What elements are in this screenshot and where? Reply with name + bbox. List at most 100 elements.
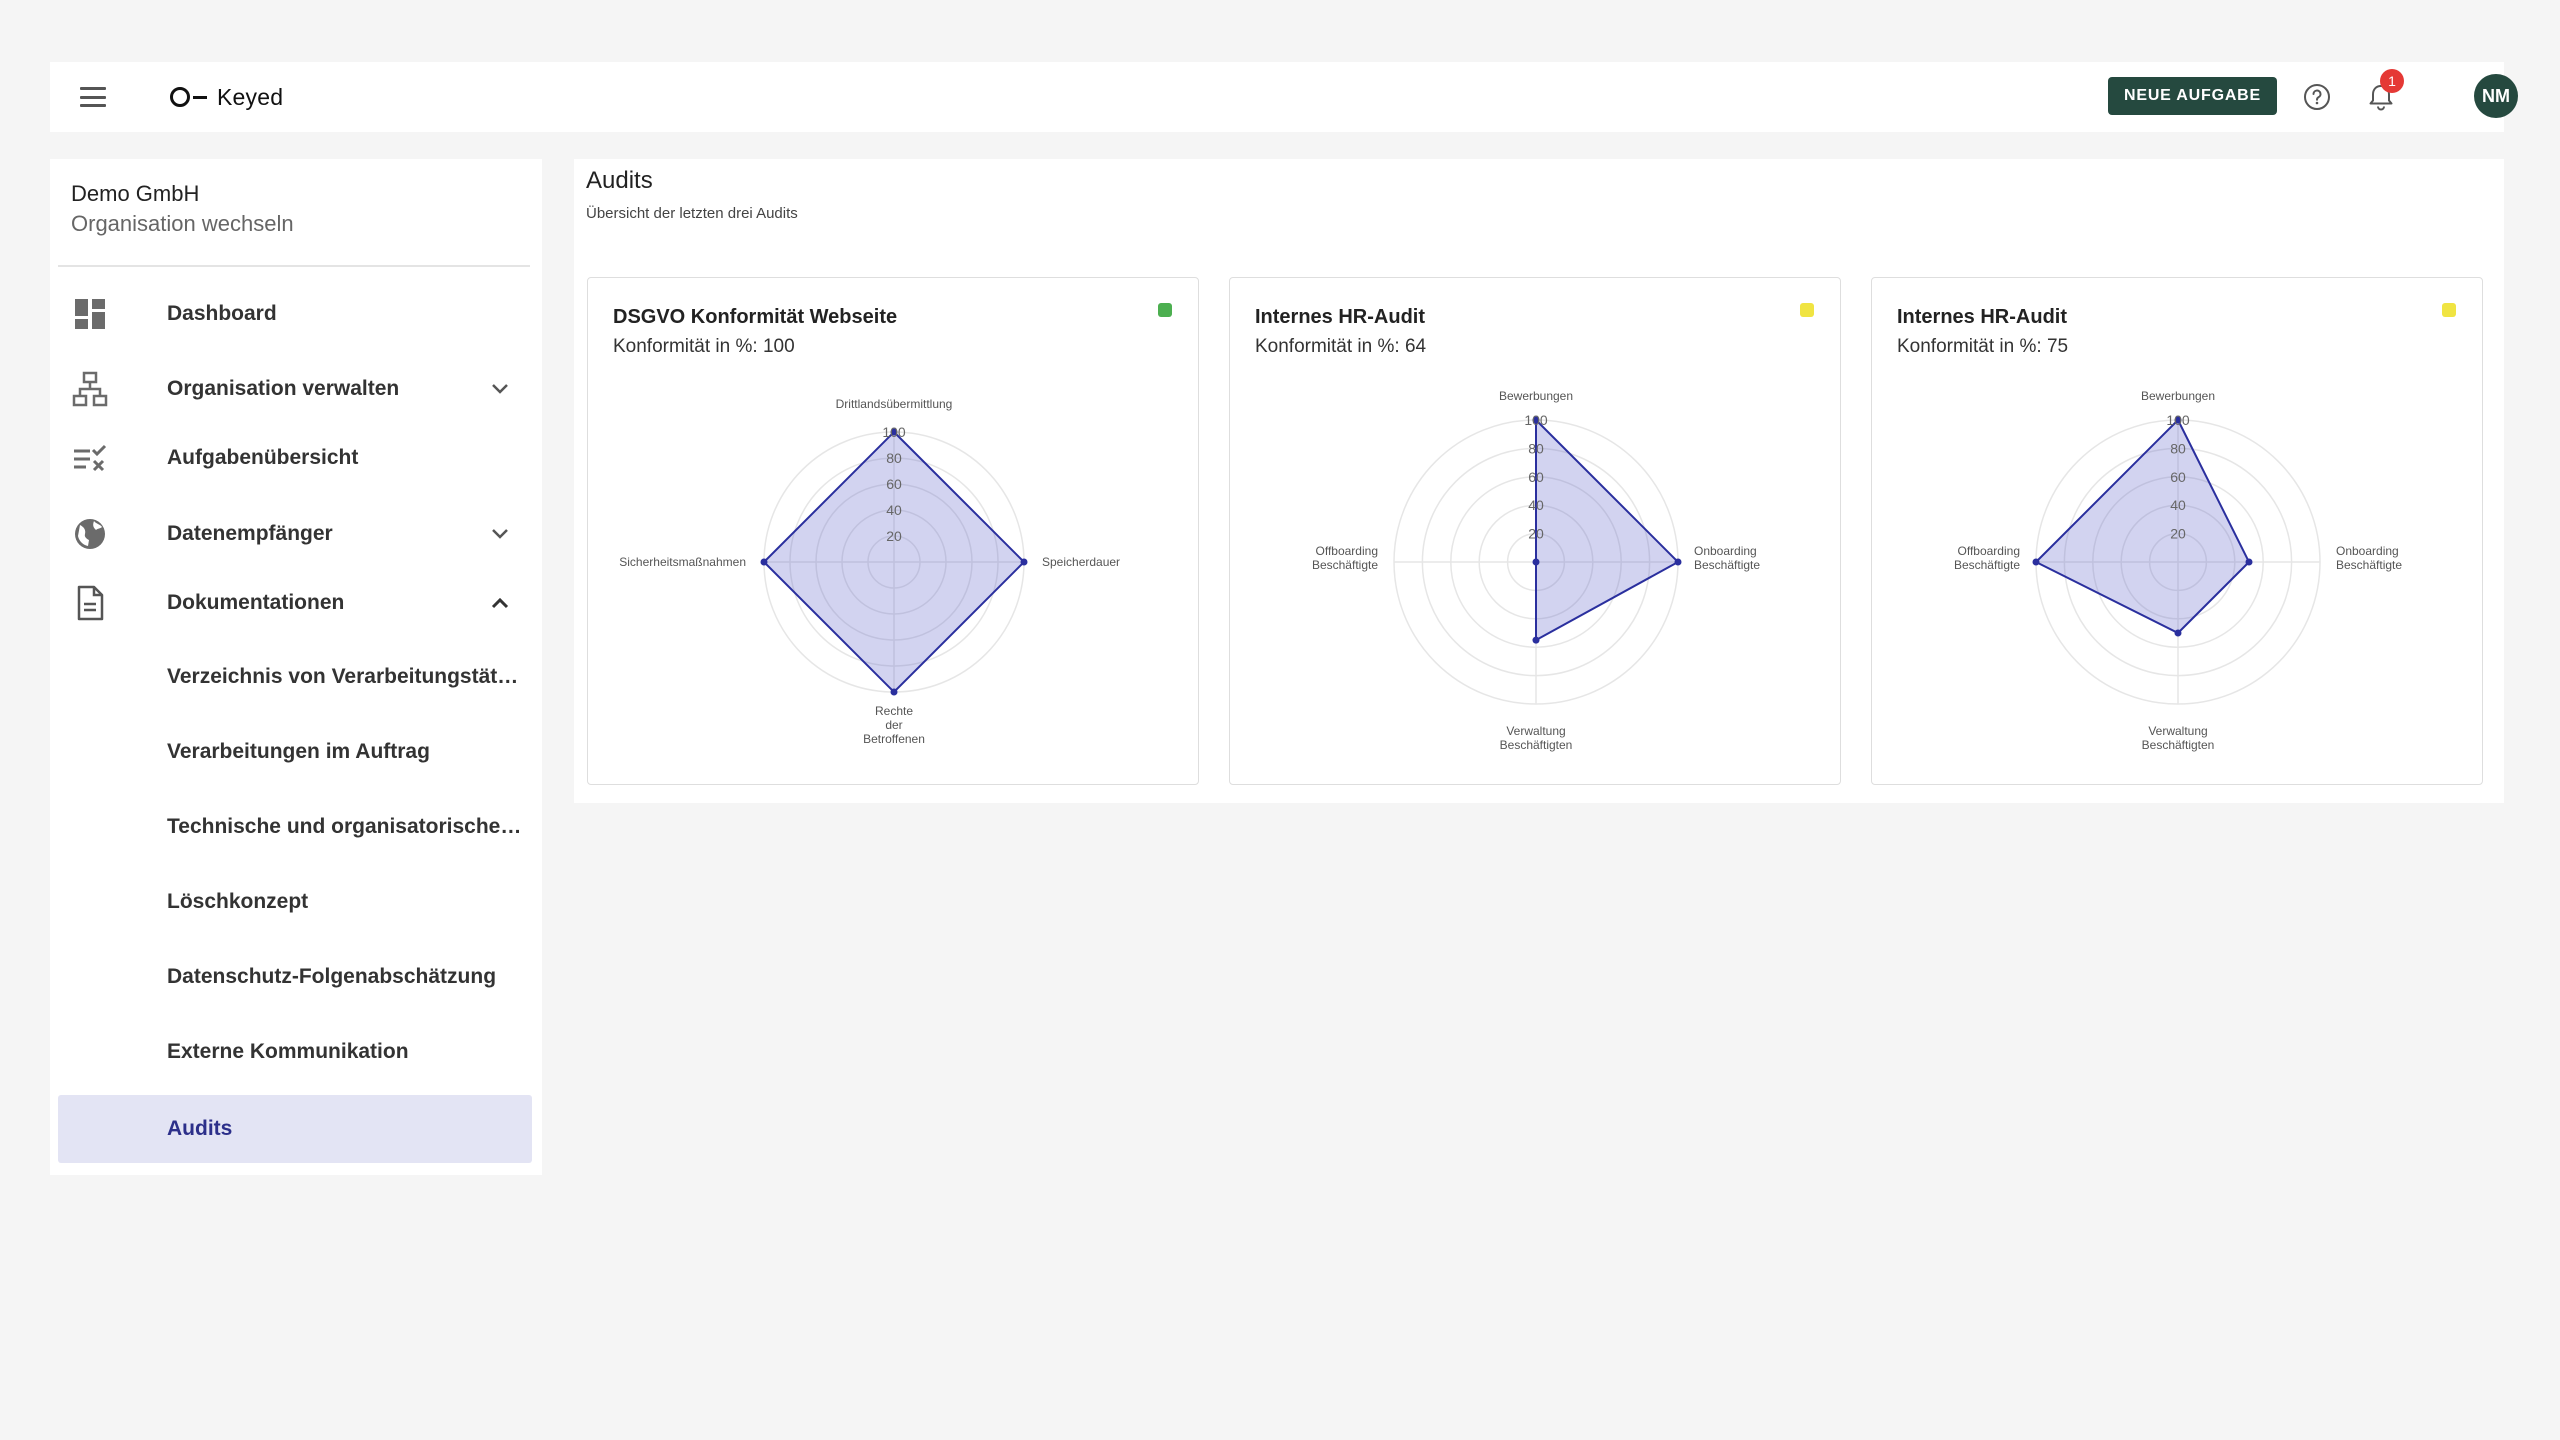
sidebar-subitem-label: Technische und organisatorische Maßnahme… bbox=[167, 815, 523, 838]
radar-data-point bbox=[1532, 558, 1540, 566]
task-list-icon bbox=[74, 444, 107, 472]
sidebar-subitem-technical-measures[interactable]: Technische und organisatorische Maßnahme… bbox=[58, 794, 532, 860]
sidebar-item-label: Dokumentationen bbox=[167, 591, 345, 614]
radar-data-point bbox=[2174, 629, 2182, 637]
radar-tick-label: 20 bbox=[886, 528, 902, 544]
user-avatar[interactable]: NM bbox=[2474, 74, 2518, 118]
radar-axis-label: Drittlandsübermittlung bbox=[836, 397, 953, 411]
key-logo-icon bbox=[170, 87, 207, 107]
radar-series-area bbox=[1535, 417, 1680, 642]
sidebar-item-organisation[interactable]: Organisation verwalten bbox=[58, 356, 532, 422]
audit-status-dot bbox=[2442, 303, 2456, 317]
switch-organization-link[interactable]: Organisation wechseln bbox=[71, 211, 294, 237]
sidebar-divider bbox=[58, 265, 530, 267]
audit-card[interactable]: DSGVO Konformität Webseite Konformität i… bbox=[587, 277, 1199, 785]
audit-card[interactable]: Internes HR-Audit Konformität in %: 64 2… bbox=[1229, 277, 1841, 785]
app-logo[interactable]: Keyed bbox=[170, 78, 283, 116]
sidebar-item-label: Organisation verwalten bbox=[167, 377, 400, 400]
radar-tick-label: 80 bbox=[2170, 440, 2186, 456]
audit-card[interactable]: Internes HR-Audit Konformität in %: 75 2… bbox=[1871, 277, 2483, 785]
new-task-button[interactable]: NEUE AUFGABE bbox=[2108, 77, 2278, 115]
audit-conformity: Konformität in %: 75 bbox=[1897, 336, 2069, 357]
radar-axis-label: Sicherheitsmaßnahmen bbox=[619, 555, 746, 569]
radar-tick-label: 80 bbox=[886, 450, 902, 466]
audit-card-title: Internes HR-Audit bbox=[1255, 306, 1425, 328]
radar-tick-label: 40 bbox=[886, 502, 902, 518]
page-title: Audits bbox=[586, 167, 653, 194]
sidebar-item-data-recipients[interactable]: Datenempfänger bbox=[58, 501, 532, 567]
sidebar-subitem-label: Verzeichnis von Verarbeitungstätigkeiten bbox=[167, 665, 523, 688]
sidebar-item-task-overview[interactable]: Aufgabenübersicht bbox=[58, 425, 532, 491]
radar-data-point bbox=[2032, 558, 2040, 566]
radar-data-point bbox=[1532, 636, 1540, 644]
top-app-bar: Keyed NEUE AUFGABE 1 NM bbox=[50, 62, 2518, 132]
radar-data-point bbox=[1020, 558, 1028, 566]
radar-axis-label: Verwaltung Beschäftigten bbox=[2142, 724, 2215, 752]
chevron-down-icon[interactable] bbox=[490, 524, 510, 544]
audit-status-dot bbox=[1158, 303, 1172, 317]
radar-axis-label: Onboarding Beschäftigte bbox=[1694, 544, 1760, 572]
globe-icon bbox=[75, 519, 105, 549]
organization-name: Demo GmbH bbox=[71, 181, 200, 206]
radar-data-point bbox=[1674, 558, 1682, 566]
radar-tick-label: 100 bbox=[882, 424, 906, 440]
audit-conformity: Konformität in %: 64 bbox=[1255, 336, 1427, 357]
sidebar-item-label: Datenempfänger bbox=[167, 522, 333, 545]
radar-tick-label: 100 bbox=[2166, 412, 2190, 428]
radar-tick-label: 20 bbox=[1528, 526, 1544, 542]
radar-series-area bbox=[2034, 418, 2251, 635]
dashboard-icon bbox=[75, 299, 105, 329]
radar-tick-label: 20 bbox=[2170, 526, 2186, 542]
radar-tick-label: 60 bbox=[886, 476, 902, 492]
sidebar-item-label: Dashboard bbox=[167, 302, 277, 325]
radar-tick-label: 40 bbox=[1528, 497, 1544, 513]
sidebar-subitem-external-communication[interactable]: Externe Kommunikation bbox=[58, 1019, 532, 1085]
radar-tick-label: 80 bbox=[1528, 440, 1544, 456]
org-structure-icon bbox=[72, 371, 108, 407]
radar-axis-label: Rechte der Betroffenen bbox=[863, 704, 925, 746]
radar-tick-label: 40 bbox=[2170, 497, 2186, 513]
document-icon bbox=[77, 585, 104, 621]
main-content: Audits Übersicht der letzten drei Audits… bbox=[574, 159, 2504, 803]
radar-tick-label: 60 bbox=[2170, 469, 2186, 485]
hamburger-menu-icon[interactable] bbox=[78, 84, 108, 110]
sidebar-subitem-label: Verarbeitungen im Auftrag bbox=[167, 740, 430, 763]
radar-axis-label: Bewerbungen bbox=[2141, 389, 2215, 403]
radar-chart: 20 40 60 80 100 Bewerbungen Onboarding Beschäft… bbox=[1954, 389, 2402, 752]
radar-axis-label: Offboarding Beschäftigte bbox=[1312, 544, 1378, 572]
chevron-down-icon[interactable] bbox=[490, 379, 510, 399]
audit-card-title: Internes HR-Audit bbox=[1897, 306, 2067, 328]
audit-conformity: Konformität in %: 100 bbox=[613, 336, 795, 357]
radar-data-point bbox=[2245, 558, 2253, 566]
sidebar-item-label: Aufgabenübersicht bbox=[167, 446, 359, 469]
radar-axis-label: Onboarding Beschäftigte bbox=[2336, 544, 2402, 572]
sidebar-subitem-audits[interactable]: Audits bbox=[58, 1095, 532, 1163]
sidebar-subitem-deletion-concept[interactable]: Löschkonzept bbox=[58, 869, 532, 935]
sidebar-item-dashboard[interactable]: Dashboard bbox=[58, 281, 532, 347]
radar-chart: 20 40 60 80 100 Drittlandsübermittlung Speiche… bbox=[619, 397, 1120, 746]
radar-axis-label: Bewerbungen bbox=[1499, 389, 1573, 403]
sidebar-subitem-processing-directory[interactable]: Verzeichnis von Verarbeitungstätigkeiten bbox=[58, 644, 532, 710]
sidebar-subitem-label: Löschkonzept bbox=[167, 890, 309, 913]
chevron-up-icon[interactable] bbox=[490, 593, 510, 613]
radar-series-area bbox=[762, 430, 1026, 694]
sidebar-subitem-order-processing[interactable]: Verarbeitungen im Auftrag bbox=[58, 719, 532, 785]
radar-tick-label: 100 bbox=[1524, 412, 1548, 428]
sidebar-subitem-label: Datenschutz-Folgenabschätzung bbox=[167, 965, 497, 988]
notification-badge: 1 bbox=[2380, 69, 2404, 93]
page-subtitle: Übersicht der letzten drei Audits bbox=[586, 205, 798, 222]
radar-axis-label: Verwaltung Beschäftigten bbox=[1500, 724, 1573, 752]
sidebar-subitem-impact-assessment[interactable]: Datenschutz-Folgenabschätzung bbox=[58, 944, 532, 1010]
logo-text: Keyed bbox=[217, 83, 284, 110]
radar-axis-label: Offboarding Beschäftigte bbox=[1954, 544, 2020, 572]
help-icon[interactable] bbox=[2302, 82, 2332, 112]
radar-axis-label: Speicherdauer bbox=[1042, 555, 1120, 569]
sidebar-item-documentation[interactable]: Dokumentationen bbox=[58, 570, 532, 636]
audit-status-dot bbox=[1800, 303, 1814, 317]
sidebar: Demo GmbH Organisation wechseln Dashboar… bbox=[50, 159, 542, 1175]
radar-chart: 20 40 60 80 100 Bewerbungen Onboarding Beschäft… bbox=[1312, 389, 1760, 752]
radar-data-point bbox=[890, 688, 898, 696]
radar-tick-label: 60 bbox=[1528, 469, 1544, 485]
sidebar-subitem-label: Externe Kommunikation bbox=[167, 1040, 409, 1063]
radar-data-point bbox=[760, 558, 768, 566]
